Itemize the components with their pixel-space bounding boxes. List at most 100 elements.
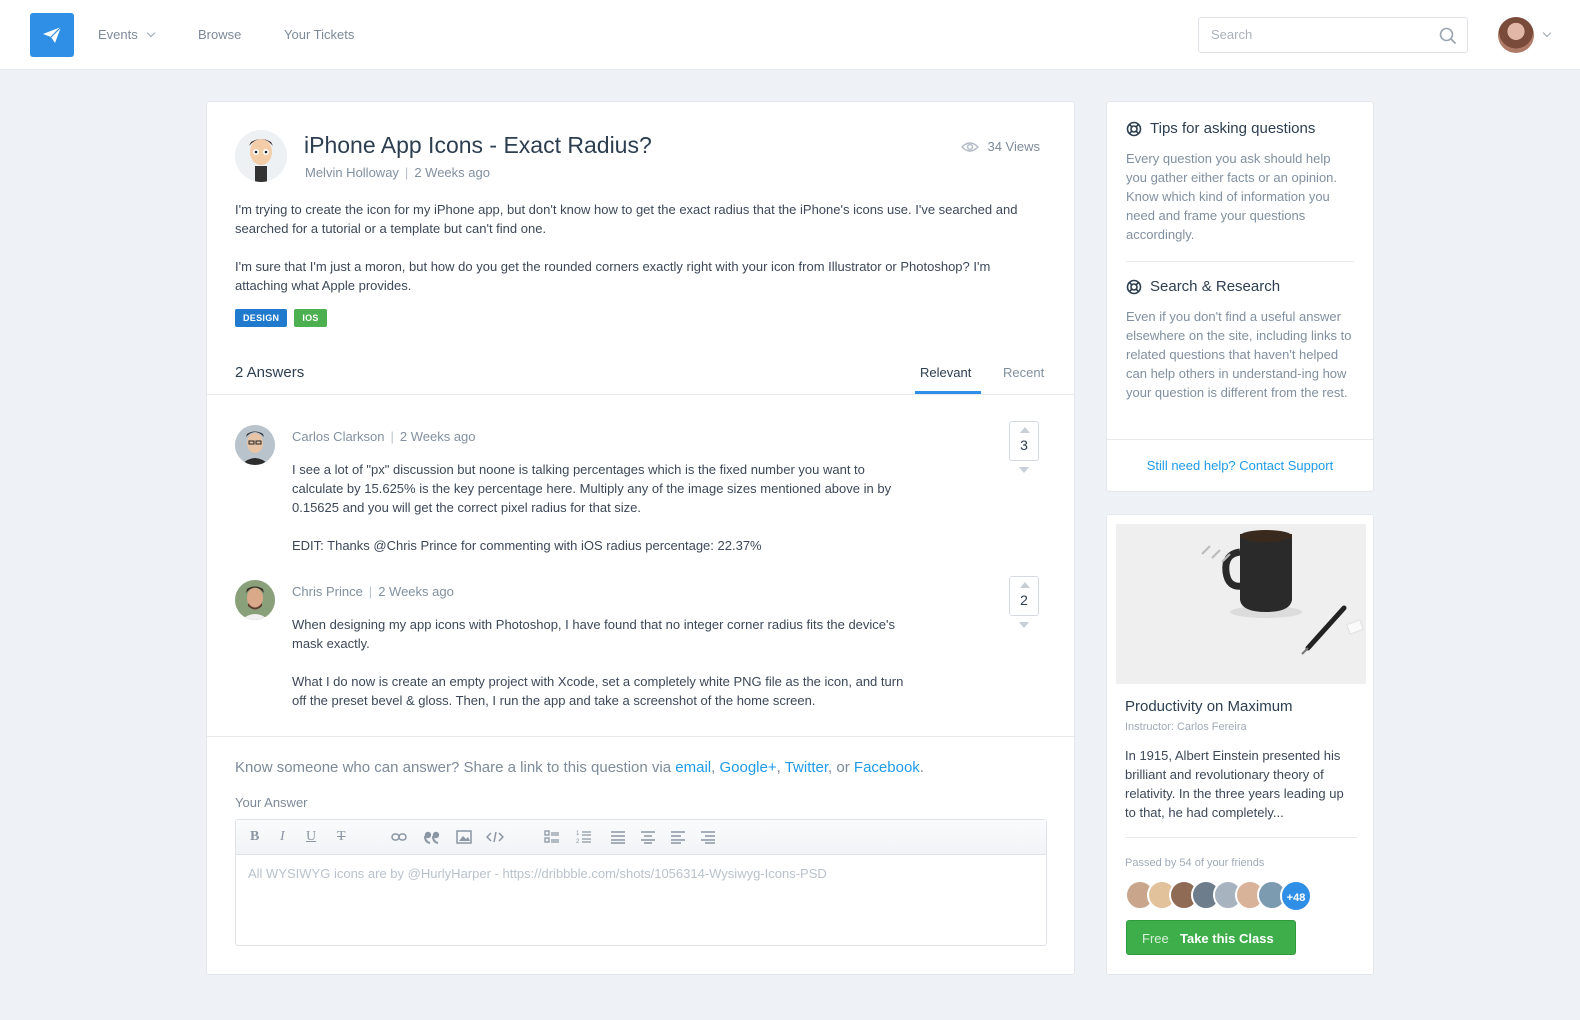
align-center-icon[interactable] bbox=[640, 830, 656, 844]
tab-recent[interactable]: Recent bbox=[1003, 365, 1044, 380]
answer-body: When designing my app icons with Photosh… bbox=[292, 615, 912, 729]
align-justify-icon[interactable] bbox=[610, 830, 626, 844]
nav-your-tickets[interactable]: Your Tickets bbox=[284, 27, 354, 42]
share-google-link[interactable]: Google+ bbox=[719, 759, 776, 776]
take-class-button[interactable]: Free Take this Class bbox=[1126, 920, 1296, 955]
user-avatar[interactable] bbox=[1498, 17, 1534, 53]
eye-icon bbox=[961, 141, 980, 152]
share-comma: , bbox=[711, 759, 716, 776]
share-email-link[interactable]: email bbox=[675, 759, 711, 776]
nav-browse[interactable]: Browse bbox=[198, 27, 241, 42]
image-icon[interactable] bbox=[456, 830, 472, 844]
share-facebook-link[interactable]: Facebook bbox=[854, 759, 920, 776]
svg-text:1: 1 bbox=[576, 831, 580, 837]
answer-author-link[interactable]: Carlos Clarkson bbox=[292, 429, 384, 444]
research-heading-label: Search & Research bbox=[1150, 278, 1281, 295]
underline-button[interactable]: U bbox=[306, 829, 316, 845]
answer-author-avatar[interactable] bbox=[235, 580, 275, 620]
question-card: iPhone App Icons - Exact Radius? Melvin … bbox=[206, 101, 1076, 975]
tips-heading-label: Tips for asking questions bbox=[1150, 120, 1316, 137]
lifebuoy-icon bbox=[1126, 121, 1142, 136]
answer-meta: Carlos Clarkson | 2 Weeks ago bbox=[292, 429, 476, 444]
bold-button[interactable]: B bbox=[250, 829, 259, 845]
search-input[interactable] bbox=[1211, 27, 1431, 42]
friends-avatars: +48 bbox=[1125, 880, 1325, 912]
tag-ios[interactable]: IOS bbox=[294, 309, 327, 327]
course-description: In 1915, Albert Einstein presented his b… bbox=[1125, 748, 1344, 820]
numbered-list-icon[interactable]: 12 bbox=[576, 829, 592, 844]
price-label: Free bbox=[1142, 931, 1169, 946]
share-twitter-link[interactable]: Twitter bbox=[785, 759, 828, 776]
contact-support-link[interactable]: Still need help? Contact Support bbox=[1107, 458, 1373, 473]
app-logo[interactable] bbox=[30, 13, 74, 57]
views-count: 34 Views bbox=[961, 139, 1040, 154]
question-body: I'm trying to create the icon for my iPh… bbox=[235, 200, 1035, 314]
align-left-icon[interactable] bbox=[670, 830, 686, 844]
answer-paragraph: What I do now is create an empty project… bbox=[292, 674, 904, 708]
meta-separator: | bbox=[404, 165, 409, 180]
align-right-icon[interactable] bbox=[700, 830, 716, 844]
vote-count: 3 bbox=[1020, 437, 1028, 453]
share-or: , or bbox=[828, 759, 850, 776]
course-card: Productivity on Maximum Instructor: Carl… bbox=[1106, 514, 1374, 975]
search-icon[interactable] bbox=[1439, 27, 1457, 45]
answer-textarea[interactable]: All WYSIWYG icons are by @HurlyHarper - … bbox=[248, 866, 1028, 881]
question-author-link[interactable]: Melvin Holloway bbox=[305, 165, 399, 180]
share-prefix: Know someone who can answer? Share a lin… bbox=[235, 759, 672, 776]
course-title[interactable]: Productivity on Maximum bbox=[1125, 698, 1293, 715]
vote-count: 2 bbox=[1020, 592, 1028, 608]
question-title: iPhone App Icons - Exact Radius? bbox=[304, 132, 652, 158]
tips-text: Every question you ask should help you g… bbox=[1126, 151, 1338, 242]
question-meta: Melvin Holloway | 2 Weeks ago bbox=[305, 165, 490, 180]
downvote-arrow-icon[interactable] bbox=[1019, 622, 1029, 628]
divider bbox=[207, 394, 1076, 395]
divider bbox=[1126, 261, 1354, 262]
more-friends-badge[interactable]: +48 bbox=[1280, 880, 1312, 912]
tag-design[interactable]: DESIGN bbox=[235, 309, 288, 327]
user-menu-chevron-icon[interactable] bbox=[1542, 28, 1552, 38]
paper-plane-icon bbox=[43, 26, 62, 43]
strikethrough-button[interactable]: T bbox=[337, 829, 346, 845]
share-comma: , bbox=[776, 759, 781, 776]
bullet-list-icon[interactable] bbox=[544, 830, 560, 844]
answer-meta: Chris Prince | 2 Weeks ago bbox=[292, 584, 454, 599]
answer-time: 2 Weeks ago bbox=[378, 584, 454, 599]
upvote-arrow-icon[interactable] bbox=[1020, 582, 1030, 588]
answer-paragraph: When designing my app icons with Photosh… bbox=[292, 617, 896, 651]
answer-editor: B I U T 12 All WYSIWYG icons are by @Hur… bbox=[235, 819, 1047, 946]
answer-paragraph: I see a lot of "px" discussion but noone… bbox=[292, 462, 892, 515]
tips-card: Tips for asking questions Every question… bbox=[1106, 101, 1374, 492]
top-navbar: Events Browse Your Tickets bbox=[0, 0, 1580, 70]
coffee-mug-illustration bbox=[1116, 524, 1366, 684]
research-heading: Search & Research bbox=[1126, 278, 1280, 295]
views-label: 34 Views bbox=[987, 139, 1040, 154]
code-icon[interactable] bbox=[486, 831, 504, 843]
friends-label: Passed by 54 of your friends bbox=[1125, 857, 1265, 869]
share-prompt: Know someone who can answer? Share a lin… bbox=[235, 759, 924, 776]
lifebuoy-icon bbox=[1126, 279, 1142, 294]
tips-heading: Tips for asking questions bbox=[1126, 120, 1315, 137]
author-face-icon bbox=[235, 130, 287, 182]
meta-separator: | bbox=[368, 584, 373, 599]
upvote-arrow-icon[interactable] bbox=[1020, 427, 1030, 433]
meta-separator: | bbox=[390, 429, 394, 444]
quote-icon[interactable] bbox=[424, 830, 440, 844]
downvote-arrow-icon[interactable] bbox=[1019, 467, 1029, 473]
nav-events[interactable]: Events bbox=[98, 27, 155, 42]
vote-box: 3 bbox=[1009, 421, 1039, 461]
vote-widget: 3 bbox=[1009, 421, 1039, 479]
editor-toolbar: B I U T 12 bbox=[236, 820, 1046, 855]
tag-list: DESIGN IOS bbox=[235, 309, 327, 327]
share-period: . bbox=[919, 759, 924, 776]
answer-author-link[interactable]: Chris Prince bbox=[292, 584, 363, 599]
question-author-avatar[interactable] bbox=[235, 130, 287, 182]
take-class-label: Take this Class bbox=[1180, 931, 1274, 946]
tab-relevant[interactable]: Relevant bbox=[920, 365, 971, 380]
course-image[interactable] bbox=[1116, 524, 1366, 684]
answer-author-avatar[interactable] bbox=[235, 425, 275, 465]
question-paragraph: I'm sure that I'm just a moron, but how … bbox=[235, 259, 991, 293]
vote-widget: 2 bbox=[1009, 576, 1039, 634]
link-icon[interactable] bbox=[391, 831, 407, 843]
vote-box: 2 bbox=[1009, 576, 1039, 616]
italic-button[interactable]: I bbox=[280, 829, 285, 845]
